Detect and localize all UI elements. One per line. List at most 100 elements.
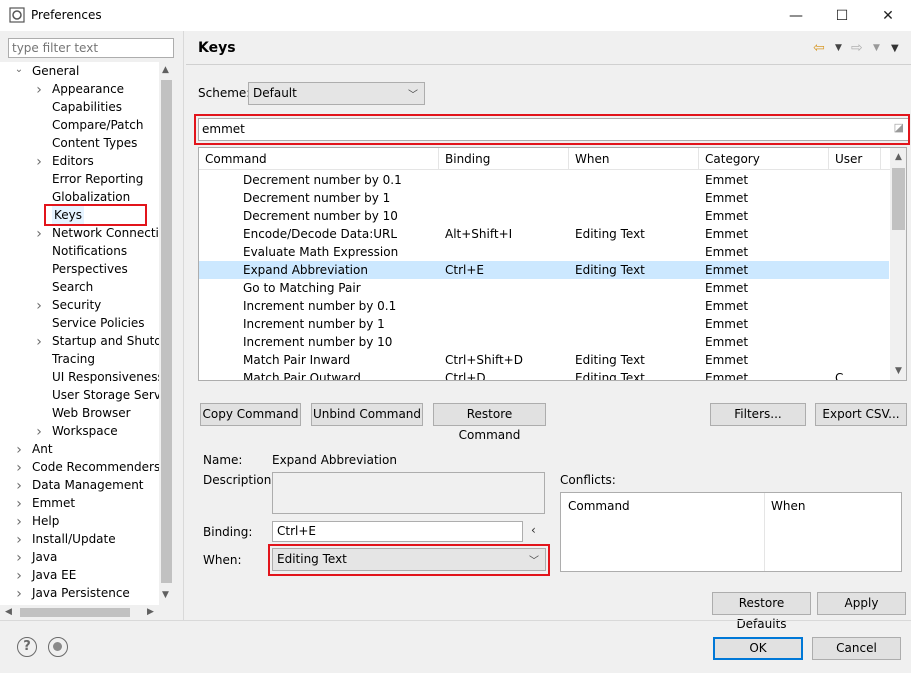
- tree-item[interactable]: Java: [32, 548, 57, 566]
- view-menu-icon[interactable]: ▼: [891, 43, 899, 54]
- tree-horizontal-scroll-thumb[interactable]: [20, 608, 130, 617]
- sort-ascending-icon: ˆ: [317, 147, 322, 154]
- tree-vertical-scroll-thumb[interactable]: [161, 80, 172, 583]
- column-header-binding[interactable]: Binding: [439, 148, 569, 170]
- table-row[interactable]: Evaluate Math Expression Emmet: [199, 243, 889, 261]
- tree-collapsed-icon[interactable]: ›: [34, 226, 44, 244]
- tree-item[interactable]: Help: [32, 512, 59, 530]
- cell-command: Match Pair Inward: [243, 353, 351, 367]
- tree-collapsed-icon[interactable]: ›: [14, 460, 24, 478]
- tree-collapsed-icon[interactable]: ›: [14, 586, 24, 604]
- tree-item[interactable]: General: [32, 62, 79, 80]
- table-row[interactable]: Decrement number by 1 Emmet: [199, 189, 889, 207]
- tree-collapsed-icon[interactable]: ›: [14, 568, 24, 586]
- column-header-when[interactable]: When: [569, 148, 699, 170]
- ok-button[interactable]: OK: [713, 637, 803, 660]
- cell-category: Emmet: [705, 353, 749, 367]
- forward-arrow-icon[interactable]: ⇨: [851, 40, 863, 56]
- tree-item[interactable]: Notifications: [52, 242, 127, 260]
- record-preferences-icon[interactable]: [48, 637, 68, 657]
- help-icon[interactable]: ?: [17, 637, 37, 657]
- table-row[interactable]: Increment number by 1 Emmet: [199, 315, 889, 333]
- forward-history-dropdown-icon[interactable]: ▼: [873, 43, 880, 53]
- restore-command-button[interactable]: Restore Command: [433, 403, 546, 442]
- tree-item[interactable]: Compare/Patch: [52, 116, 143, 134]
- tree-item[interactable]: Error Reporting: [52, 170, 143, 188]
- back-arrow-icon[interactable]: ⇦: [813, 40, 825, 56]
- tree-item[interactable]: Ant: [32, 440, 53, 458]
- binding-input[interactable]: Ctrl+E: [272, 521, 523, 542]
- cell-binding: Ctrl+Shift+D: [445, 353, 523, 367]
- tree-item[interactable]: Service Policies: [52, 314, 145, 332]
- cell-category: Emmet: [705, 245, 749, 259]
- tree-expanded-icon[interactable]: ⌄: [14, 64, 24, 82]
- tree-item[interactable]: Emmet: [32, 494, 75, 512]
- tree-item[interactable]: Security: [52, 296, 101, 314]
- table-scroll-up-icon[interactable]: ▲: [895, 152, 902, 162]
- tree-item[interactable]: Search: [52, 278, 93, 296]
- tree-collapsed-icon[interactable]: ›: [14, 478, 24, 496]
- apply-button[interactable]: Apply: [817, 592, 906, 615]
- tree-item[interactable]: Editors: [52, 152, 94, 170]
- tree-item[interactable]: User Storage Service: [52, 386, 159, 404]
- tree-item[interactable]: UI Responsiveness M: [52, 368, 159, 386]
- tree-item[interactable]: Tracing: [52, 350, 95, 368]
- tree-collapsed-icon[interactable]: ›: [34, 334, 44, 352]
- maximize-button[interactable]: ☐: [819, 0, 865, 31]
- table-row[interactable]: Increment number by 0.1 Emmet: [199, 297, 889, 315]
- scroll-right-arrow-icon[interactable]: ▶: [147, 607, 154, 617]
- tree-item[interactable]: Appearance: [52, 80, 124, 98]
- table-row[interactable]: Decrement number by 0.1 Emmet: [199, 171, 889, 189]
- table-scroll-down-icon[interactable]: ▼: [895, 366, 902, 376]
- tree-item[interactable]: Install/Update: [32, 530, 116, 548]
- table-row[interactable]: Decrement number by 10 Emmet: [199, 207, 889, 225]
- conflicts-column-when[interactable]: When: [771, 499, 805, 513]
- scroll-up-arrow-icon[interactable]: ▲: [162, 65, 169, 75]
- unbind-command-button[interactable]: Unbind Command: [311, 403, 423, 426]
- tree-collapsed-icon[interactable]: ›: [14, 442, 24, 460]
- export-csv-button[interactable]: Export CSV...: [815, 403, 907, 426]
- cell-category: Emmet: [705, 173, 749, 187]
- table-row[interactable]: Go to Matching Pair Emmet: [199, 279, 889, 297]
- tree-item[interactable]: Perspectives: [52, 260, 128, 278]
- binding-value: Ctrl+E: [277, 524, 316, 538]
- scroll-left-arrow-icon[interactable]: ◀: [5, 607, 12, 617]
- minimize-button[interactable]: —: [773, 0, 819, 31]
- binding-clear-arrow-icon[interactable]: ‹: [531, 523, 536, 537]
- back-history-dropdown-icon[interactable]: ▼: [835, 43, 842, 53]
- tree-collapsed-icon[interactable]: ›: [14, 496, 24, 514]
- tree-collapsed-icon[interactable]: ›: [34, 82, 44, 100]
- tree-item[interactable]: Java Persistence: [32, 584, 130, 602]
- tree-item[interactable]: Code Recommenders: [32, 458, 159, 476]
- restore-defaults-button[interactable]: Restore Defaults: [712, 592, 811, 631]
- column-header-category[interactable]: Category: [699, 148, 829, 170]
- filter-input[interactable]: [8, 38, 174, 58]
- tree-item[interactable]: Capabilities: [52, 98, 122, 116]
- tree-item[interactable]: Startup and Shutdown: [52, 332, 159, 350]
- table-row[interactable]: Encode/Decode Data:URL Alt+Shift+I Editing…: [199, 225, 889, 243]
- conflicts-column-command[interactable]: Command: [568, 499, 630, 513]
- tree-collapsed-icon[interactable]: ›: [14, 550, 24, 568]
- tree-item[interactable]: Content Types: [52, 134, 137, 152]
- tree-item[interactable]: Network Connection: [52, 224, 159, 242]
- table-row[interactable]: Increment number by 10 Emmet: [199, 333, 889, 351]
- filters-button[interactable]: Filters...: [710, 403, 806, 426]
- tree-item[interactable]: Web Browser: [52, 404, 131, 422]
- table-vertical-scroll-thumb[interactable]: [892, 168, 905, 230]
- scroll-down-arrow-icon[interactable]: ▼: [162, 590, 169, 600]
- tree-item[interactable]: Java EE: [32, 566, 76, 584]
- table-row[interactable]: Expand Abbreviation Ctrl+E Editing Text Emm…: [199, 261, 889, 279]
- scheme-select[interactable]: Default ﹀: [248, 82, 425, 105]
- column-header-user[interactable]: User: [829, 148, 881, 170]
- tree-item[interactable]: Workspace: [52, 422, 118, 440]
- close-button[interactable]: ✕: [865, 0, 911, 31]
- tree-collapsed-icon[interactable]: ›: [34, 154, 44, 172]
- tree-item[interactable]: Data Management: [32, 476, 144, 494]
- table-row[interactable]: Match Pair Outward Ctrl+D Editing Text Emme…: [199, 369, 889, 380]
- tree-collapsed-icon[interactable]: ›: [14, 532, 24, 550]
- tree-collapsed-icon[interactable]: ›: [14, 514, 24, 532]
- table-row[interactable]: Match Pair Inward Ctrl+Shift+D Editing Tex…: [199, 351, 889, 369]
- cancel-button[interactable]: Cancel: [812, 637, 901, 660]
- tree-collapsed-icon[interactable]: ›: [34, 298, 44, 316]
- copy-command-button[interactable]: Copy Command: [200, 403, 301, 426]
